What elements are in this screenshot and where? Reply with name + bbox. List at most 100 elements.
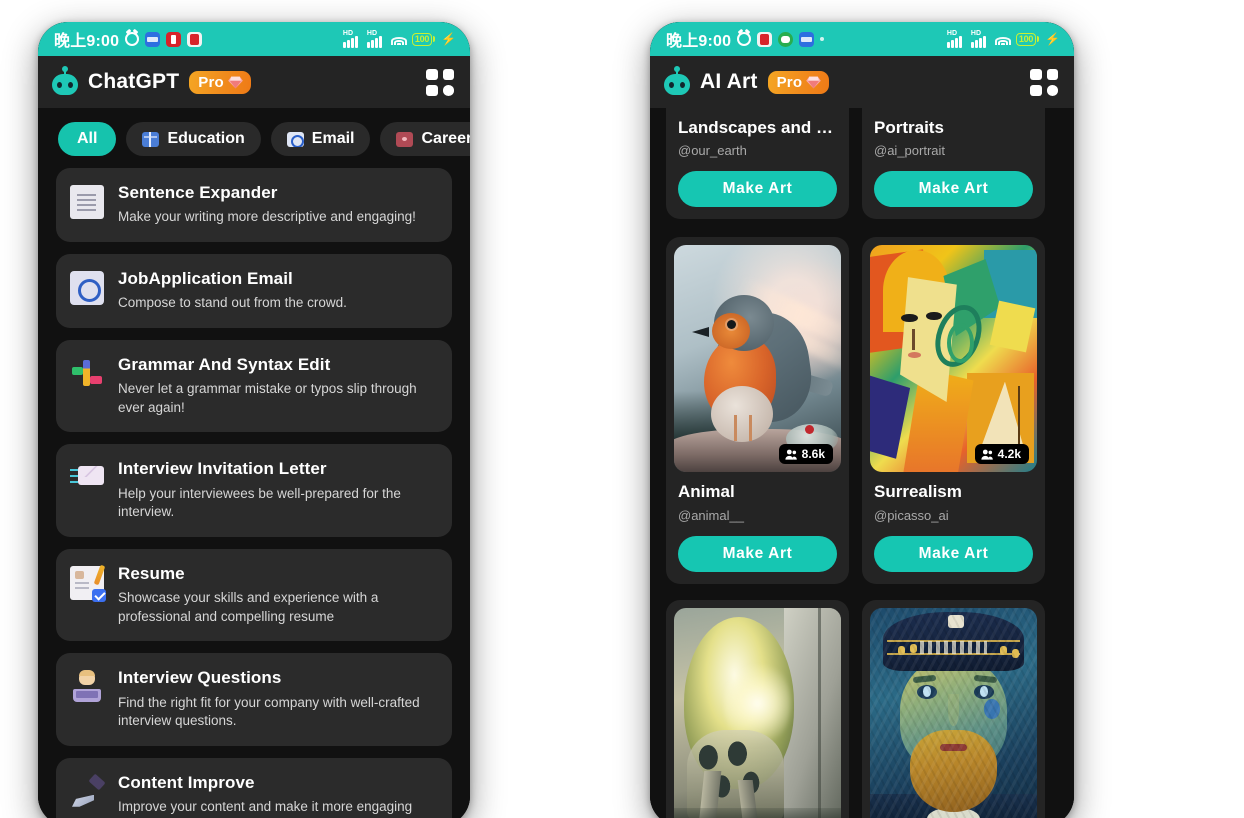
- category-chip-education[interactable]: Education: [126, 122, 261, 156]
- prompt-description: Compose to stand out from the crowd.: [118, 295, 347, 311]
- status-bar-right-group: HD HD 100 ⚡: [946, 30, 1060, 48]
- art-title: Portraits: [874, 118, 944, 137]
- prompt-title: Interview Invitation Letter: [118, 459, 327, 479]
- briefcase-icon: [396, 131, 414, 147]
- view-count-badge: 8.6k: [778, 444, 833, 465]
- prompt-description: Help your interviewees be well-prepared …: [118, 485, 401, 520]
- art-card[interactable]: 8.6k Animal @animal__ Make Art: [666, 237, 849, 584]
- prompt-description: Showcase your skills and experience with…: [118, 590, 379, 624]
- signal-icon-sim1: HD: [342, 30, 362, 48]
- signal-icon-sim2: HD: [970, 30, 990, 48]
- robot-icon: [664, 66, 690, 95]
- pro-badge-label: Pro: [198, 73, 224, 91]
- pro-badge[interactable]: Pro: [767, 70, 830, 94]
- view-count-label: 4.2k: [997, 447, 1021, 462]
- phone-left-chatgpt: 晚上9:00 HD HD 100 ⚡ ChatGPT Pro All Educa…: [38, 22, 470, 818]
- status-time: 晚上9:00: [666, 33, 732, 50]
- art-handle: @picasso_ai: [874, 507, 949, 523]
- art-card[interactable]: [666, 599, 849, 818]
- app-notification-icon-wechat: [778, 31, 794, 47]
- list-item[interactable]: Resume Showcase your skills and experien…: [56, 548, 452, 642]
- grid-menu-icon[interactable]: [426, 68, 454, 96]
- art-card[interactable]: Landscapes and n... @our_earth Make Art: [666, 108, 849, 220]
- prompt-description: Make your writing more descriptive and e…: [118, 209, 416, 225]
- brand-right: AI Art Pro: [664, 66, 830, 95]
- battery-level: 100: [1018, 33, 1034, 44]
- category-chip-all[interactable]: All: [58, 122, 117, 156]
- pro-badge[interactable]: Pro: [189, 70, 251, 94]
- wifi-icon: [390, 33, 407, 45]
- alarm-icon: [737, 32, 752, 46]
- prompt-title: Interview Questions: [118, 668, 282, 688]
- category-chip-career[interactable]: Career: [380, 122, 470, 156]
- alarm-icon: [125, 32, 140, 46]
- left-content: All Education Email Career Sentence Expa…: [38, 108, 470, 818]
- signal-icon-sim2: HD: [366, 30, 386, 48]
- category-chip-row[interactable]: All Education Email Career: [38, 108, 470, 166]
- list-item[interactable]: Content Improve Improve your content and…: [56, 757, 452, 818]
- category-chip-email[interactable]: Email: [270, 122, 371, 156]
- status-bar-right: 晚上9:00 HD HD 100 ⚡: [650, 22, 1074, 56]
- art-title: Surrealism: [874, 482, 962, 502]
- prompt-title: Sentence Expander: [118, 183, 278, 202]
- person-laptop-icon: [70, 670, 104, 704]
- art-title: Landscapes and n...: [678, 118, 837, 137]
- app-notification-icon-translate: [799, 31, 815, 47]
- right-content: Landscapes and n... @our_earth Make Art …: [650, 108, 1074, 818]
- status-bar-left-group: 晚上9:00: [666, 27, 825, 51]
- art-card[interactable]: Portraits @ai_portrait Make Art: [862, 108, 1045, 220]
- battery-icon: 100: [1015, 32, 1040, 46]
- charging-bolt-icon: ⚡: [441, 32, 456, 46]
- list-item[interactable]: Sentence Expander Make your writing more…: [56, 168, 452, 242]
- email-icon: [286, 131, 304, 147]
- screenshot-stage: 晚上9:00 HD HD 100 ⚡ ChatGPT Pro All Educa…: [0, 0, 1244, 818]
- robot-icon: [52, 66, 78, 95]
- phone-right-aiart: 晚上9:00 HD HD 100 ⚡ AI Art Pro Landscapes…: [650, 22, 1074, 818]
- document-icon: [70, 185, 104, 219]
- chip-label: Career: [421, 130, 470, 147]
- view-count-label: 8.6k: [801, 447, 825, 462]
- art-card[interactable]: [862, 599, 1045, 818]
- make-art-button[interactable]: Make Art: [874, 535, 1033, 572]
- app-notification-icon-white: [187, 31, 203, 47]
- battery-level: 100: [414, 33, 430, 44]
- people-icon: [981, 449, 993, 460]
- art-card[interactable]: 4.2k Surrealism @picasso_ai Make Art: [862, 237, 1045, 584]
- list-item[interactable]: Grammar And Syntax Edit Never let a gram…: [56, 339, 452, 433]
- prompt-title: Resume: [118, 563, 185, 583]
- at-email-icon: [70, 270, 104, 305]
- art-thumbnail-bird: 8.6k: [674, 245, 841, 473]
- people-icon: [785, 449, 797, 460]
- prompt-title: Content Improve: [118, 772, 255, 792]
- list-item[interactable]: JobApplication Email Compose to stand ou…: [56, 253, 452, 328]
- status-bar-left: 晚上9:00 HD HD 100 ⚡: [38, 22, 470, 56]
- prompt-list: Sentence Expander Make your writing more…: [38, 166, 470, 818]
- make-art-button[interactable]: Make Art: [874, 171, 1033, 208]
- battery-icon: 100: [411, 32, 436, 46]
- make-art-button[interactable]: Make Art: [678, 171, 837, 208]
- art-handle: @animal__: [678, 507, 744, 523]
- chip-label: Email: [311, 130, 355, 147]
- list-item[interactable]: Interview Questions Find the right fit f…: [56, 653, 452, 746]
- make-art-button[interactable]: Make Art: [678, 535, 837, 572]
- art-thumbnail-architecture: [674, 607, 841, 818]
- app-bar-right: AI Art Pro: [650, 56, 1074, 108]
- grid-menu-icon[interactable]: [1030, 68, 1058, 96]
- more-notifications-icon: [820, 37, 825, 41]
- app-notification-icon-translate: [145, 31, 161, 47]
- list-item[interactable]: Interview Invitation Letter Help your in…: [56, 444, 452, 537]
- art-handle: @our_earth: [678, 143, 747, 159]
- status-time: 晚上9:00: [54, 33, 120, 50]
- book-icon: [142, 131, 160, 147]
- diamond-icon: [228, 76, 243, 89]
- charging-bolt-icon: ⚡: [1045, 32, 1060, 46]
- signal-icon-sim1: HD: [946, 30, 966, 48]
- prompt-title: JobApplication Email: [118, 268, 293, 288]
- art-thumbnail-cubist: 4.2k: [870, 245, 1037, 473]
- app-title: AI Art: [700, 70, 758, 93]
- pen-highlighter-icon: [70, 357, 104, 391]
- status-bar-right-group: HD HD 100 ⚡: [342, 30, 456, 48]
- resume-icon: [70, 564, 106, 602]
- prompt-description: Never let a grammar mistake or typos sli…: [118, 381, 417, 415]
- app-bar-left: ChatGPT Pro: [38, 56, 470, 108]
